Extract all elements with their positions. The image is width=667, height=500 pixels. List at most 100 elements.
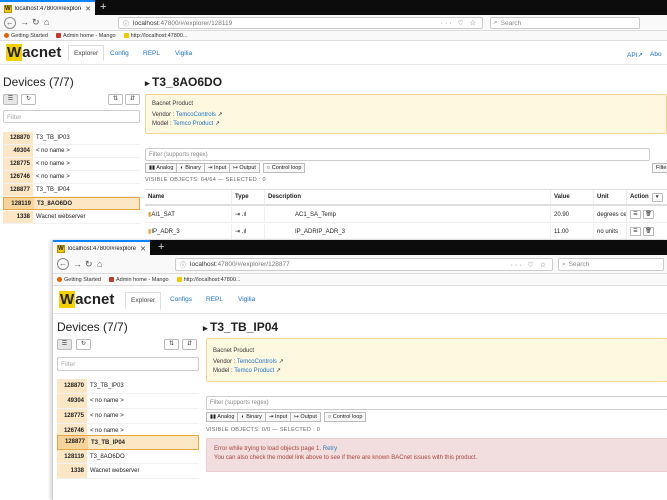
- filter-output-button[interactable]: ↦ Output: [230, 163, 260, 173]
- refresh-button[interactable]: ↻: [21, 94, 36, 105]
- url-bar[interactable]: ⓘ localhost:47800/#/explorer/128877 ··· …: [175, 258, 553, 271]
- browser-tab[interactable]: W localhost:47800/#/explorer/12 ✕: [53, 240, 150, 255]
- object-type-filters: ▮▮ Analog ◐ Binary ⇥ Input ↦ Output ○ Co…: [145, 163, 306, 173]
- device-row[interactable]: 49304 < no name >: [57, 394, 199, 409]
- nav-vigilia[interactable]: Vigilia: [233, 294, 260, 305]
- device-row[interactable]: 128870 T3_TB_IP03: [3, 132, 140, 145]
- forward-button[interactable]: →: [20, 17, 29, 28]
- device-filter-input[interactable]: Filter: [3, 110, 140, 123]
- col-action[interactable]: Action ▾: [626, 190, 665, 204]
- device-row[interactable]: 128775 < no name >: [3, 158, 140, 171]
- vendor-link[interactable]: TemcoControls: [237, 359, 277, 365]
- nav-configs[interactable]: Configs: [165, 294, 197, 305]
- filter-output-button[interactable]: ↦ Output: [291, 412, 321, 422]
- details-button[interactable]: ☰: [630, 227, 641, 236]
- filter-input-button[interactable]: ⇥ Input: [204, 163, 231, 173]
- retry-link[interactable]: Retry: [323, 446, 337, 452]
- page-actions-icon[interactable]: ··· ♡ ☆: [511, 261, 548, 269]
- table-row[interactable]: ▮ AI1_SAT ⇥ .ıl AC1_SA_Temp 20.90 degree…: [145, 207, 667, 223]
- type-icons: ⇥ .ıl: [231, 207, 246, 222]
- home-button[interactable]: ⌂: [97, 259, 102, 270]
- chevron-down-icon[interactable]: ▾: [651, 192, 663, 202]
- details-button[interactable]: ☰: [630, 210, 641, 219]
- reload-button[interactable]: ↻: [85, 259, 93, 270]
- filter-button[interactable]: Filte: [652, 163, 667, 173]
- new-tab-button[interactable]: +: [158, 241, 164, 253]
- list-view-button[interactable]: ☰: [57, 339, 72, 350]
- bookmark-localhost[interactable]: http://localhost:47800...: [123, 33, 187, 39]
- col-type[interactable]: Type: [231, 190, 249, 204]
- nav-config[interactable]: Config: [105, 48, 134, 59]
- nav-explorer[interactable]: Explorer: [125, 292, 162, 310]
- search-bar[interactable]: ⌕ Search: [490, 17, 640, 29]
- device-row[interactable]: 128870 T3_TB_IP03: [57, 379, 199, 394]
- delete-button[interactable]: 🗑: [643, 210, 654, 219]
- close-tab-icon[interactable]: ✕: [140, 245, 146, 253]
- col-unit[interactable]: Unit: [593, 190, 609, 204]
- forward-button[interactable]: →: [73, 259, 82, 270]
- filter-binary-button[interactable]: ◐ Binary: [238, 412, 266, 422]
- device-row[interactable]: 128775 < no name >: [57, 409, 199, 424]
- new-tab-button[interactable]: +: [100, 1, 106, 13]
- bookmark-getting-started[interactable]: Getting Started: [4, 33, 48, 39]
- objects-filter-input[interactable]: Filter (supports regex): [145, 148, 650, 161]
- vendor-link[interactable]: TemcoControls: [176, 112, 216, 118]
- filter-control-loop-button[interactable]: ○ Control loop: [262, 163, 306, 173]
- bookmark-admin-home[interactable]: Admin home - Mango: [56, 33, 116, 39]
- browser-tab[interactable]: W localhost:47800/#/explorer/128 ✕: [0, 0, 95, 15]
- device-filter-input[interactable]: Filter: [57, 357, 199, 371]
- home-button[interactable]: ⌂: [44, 17, 49, 28]
- reload-button[interactable]: ↻: [32, 17, 40, 28]
- device-row[interactable]: 128119 T3_8AO6DO: [57, 450, 199, 464]
- external-link-icon: ↗: [213, 121, 220, 127]
- objects-filter-input[interactable]: Filter (supports regex): [206, 396, 667, 410]
- delete-button[interactable]: 🗑: [643, 227, 654, 236]
- device-row[interactable]: 1338 Wacnet webserver: [3, 211, 140, 224]
- device-row[interactable]: 1338 Wacnet webserver: [57, 464, 199, 479]
- nav-api[interactable]: API↗: [627, 51, 643, 59]
- nav-repl[interactable]: REPL: [138, 48, 165, 59]
- close-tab-icon[interactable]: ✕: [85, 5, 91, 13]
- search-icon: ⌕: [562, 260, 566, 268]
- filter-analog-button[interactable]: ▮▮ Analog: [145, 163, 178, 173]
- nav-about[interactable]: Abo: [650, 51, 662, 58]
- device-row[interactable]: 128877 T3_TB_IP04: [3, 184, 140, 197]
- device-row-selected[interactable]: 128119 T3_8AO6DO: [3, 197, 140, 210]
- external-link-icon: ↗: [215, 112, 223, 118]
- search-bar[interactable]: ⌕ Search: [558, 258, 664, 271]
- wacnet-logo[interactable]: Wacnet: [6, 44, 61, 61]
- col-description[interactable]: Description: [264, 190, 301, 204]
- list-view-button[interactable]: ☰: [3, 94, 18, 105]
- filter-binary-button[interactable]: ◐ Binary: [177, 163, 205, 173]
- model-link[interactable]: Temco Product: [173, 121, 213, 127]
- nav-vigilia[interactable]: Vigilia: [170, 48, 197, 59]
- device-row[interactable]: 49304 < no name >: [3, 145, 140, 158]
- back-button[interactable]: ←: [4, 17, 16, 29]
- filter-control-loop-button[interactable]: ○ Control loop: [323, 412, 367, 422]
- nav-repl[interactable]: REPL: [201, 294, 228, 305]
- table-row[interactable]: ▮ IP_ADR_3 ⇥ .ıl IP_ADRIP_ADR_3 11.00 no…: [145, 224, 667, 240]
- bookmark-getting-started[interactable]: Getting Started: [57, 277, 101, 283]
- page-actions-icon[interactable]: ··· ♡ ☆: [441, 19, 478, 27]
- nav-explorer[interactable]: Explorer: [68, 45, 105, 61]
- sort-button[interactable]: ⇅: [164, 339, 179, 350]
- col-value[interactable]: Value: [550, 190, 570, 204]
- sort-button[interactable]: ⇅: [108, 94, 123, 105]
- bookmark-localhost[interactable]: http://localhost:47800...: [176, 277, 240, 283]
- device-row[interactable]: 126746 < no name >: [3, 171, 140, 184]
- sort-alt-button[interactable]: ⇵: [182, 339, 197, 350]
- sort-alt-button[interactable]: ⇵: [125, 94, 140, 105]
- object-type-filters: ▮▮ Analog ◐ Binary ⇥ Input ↦ Output ○ Co…: [206, 412, 367, 422]
- back-button[interactable]: ←: [57, 258, 69, 270]
- tab-title: localhost:47800/#/explorer/12: [67, 245, 137, 252]
- filter-analog-button[interactable]: ▮▮ Analog: [206, 412, 239, 422]
- bookmark-admin-home[interactable]: Admin home - Mango: [109, 277, 169, 283]
- filter-input-button[interactable]: ⇥ Input: [265, 412, 292, 422]
- tab-title: localhost:47800/#/explorer/128: [14, 5, 81, 12]
- col-name[interactable]: Name: [145, 190, 164, 204]
- url-bar[interactable]: ⓘ localhost:47800/#/explorer/128119 ··· …: [118, 17, 483, 29]
- wacnet-logo[interactable]: Wacnet: [59, 291, 114, 308]
- model-link[interactable]: Temco Product: [234, 368, 274, 374]
- device-row-selected[interactable]: 128877 T3_TB_IP04: [57, 435, 199, 450]
- refresh-button[interactable]: ↻: [76, 339, 91, 350]
